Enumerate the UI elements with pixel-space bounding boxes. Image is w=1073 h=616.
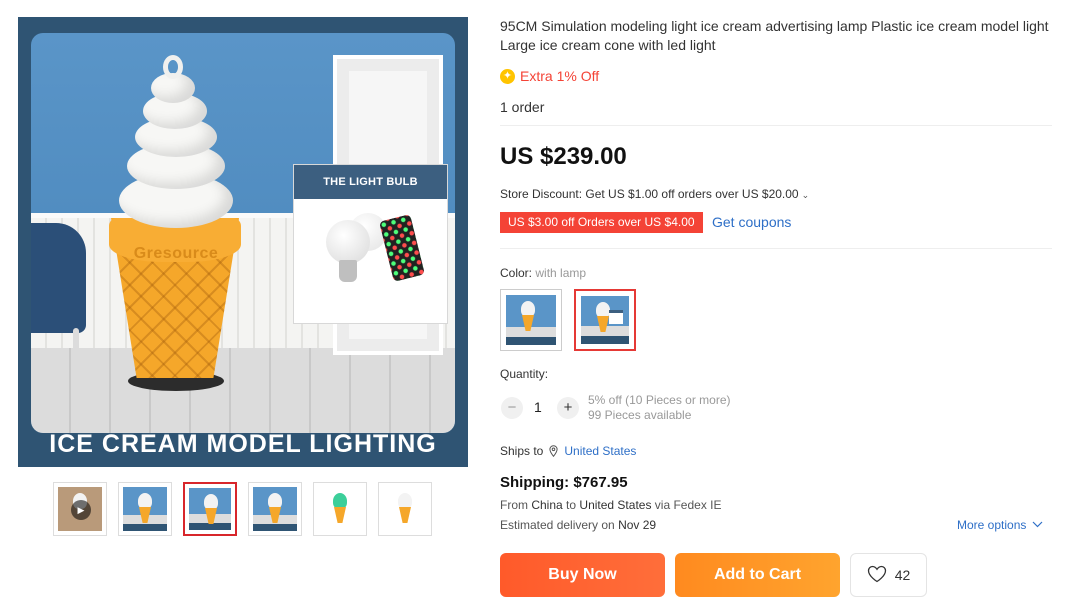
shipping-price: Shipping: $767.95 [500,474,628,491]
coin-icon: ✦ [500,68,515,84]
chevron-down-icon [1032,520,1043,531]
quantity-decrease-button[interactable]: − [501,397,523,419]
sofa-leg [73,328,79,373]
order-count: 1 order [500,99,545,115]
product-title: 95CM Simulation modeling light ice cream… [500,18,1049,53]
thumbnail-video[interactable]: ▶ [53,482,107,536]
shipping-route: From China to United States via Fedex IE [500,498,722,512]
thumbnail-image-selected[interactable] [183,482,237,536]
product-photo-scene: Gresource THE LIGHT BULB PICTURES [31,33,455,433]
bulb-base [339,260,357,282]
extra-discount-badge[interactable]: ✦ Extra 1% Off [500,68,599,84]
bulk-discount-text: 5% off (10 Pieces or more) [588,393,731,407]
sofa [31,223,86,333]
image-banner-text: ICE CREAM MODEL LIGHTING [49,430,437,458]
buy-now-button[interactable]: Buy Now [500,553,665,597]
bulb-card-title: THE LIGHT BULB PICTURES [294,165,447,222]
thumbnail-image[interactable] [118,482,172,536]
store-discount-text: Store Discount: Get US $1.00 off orders … [500,187,799,201]
divider [500,125,1052,126]
more-options-link[interactable]: More options [957,518,1043,532]
add-to-cart-button[interactable]: Add to Cart [675,553,840,597]
quantity-value[interactable]: 1 [534,399,542,415]
quantity-increase-button[interactable]: + [557,397,579,419]
location-pin-icon [549,445,558,457]
quantity-label: Quantity: [500,367,549,381]
extra-discount-text: Extra 1% Off [520,68,600,84]
coupon-tag: US $3.00 off Orders over US $4.00 [500,212,703,233]
quantity-offer: 5% off (10 Pieces or more) 99 Pieces ava… [588,393,731,423]
main-product-image[interactable]: Gresource THE LIGHT BULB PICTURES ICE CR… [18,17,468,467]
get-coupons-link[interactable]: Get coupons [712,214,791,230]
estimated-delivery: Estimated delivery on Nov 29 [500,518,657,532]
thumbnail-strip: ▶ [53,482,432,536]
light-bulb-icon [326,220,370,264]
chevron-down-icon: ⌄ [801,190,810,200]
bulb-inset-card: THE LIGHT BULB PICTURES [293,164,448,324]
cone-brand-text: Gresource [133,245,219,262]
thumbnail-image[interactable] [378,482,432,536]
remote-control-icon [378,214,426,282]
thumbnail-image[interactable] [248,482,302,536]
color-option[interactable] [500,289,562,351]
wishlist-count: 42 [894,567,911,583]
heart-icon [867,565,887,586]
color-option-selected[interactable] [574,289,636,351]
color-label: Color: with lamp [500,266,587,280]
product-price: US $239.00 [500,143,627,170]
store-discount[interactable]: Store Discount: Get US $1.00 off orders … [500,187,809,201]
ships-to-country-link[interactable]: United States [564,444,636,458]
divider [500,248,1052,249]
thumbnail-image[interactable] [313,482,367,536]
floor [31,348,455,433]
play-icon: ▶ [71,500,91,520]
wishlist-button[interactable]: 42 [850,553,927,597]
ships-to: Ships to United States [500,444,637,458]
color-selected-value: with lamp [535,266,587,280]
stock-available-text: 99 Pieces available [588,408,692,422]
hanging-hook [163,55,183,79]
